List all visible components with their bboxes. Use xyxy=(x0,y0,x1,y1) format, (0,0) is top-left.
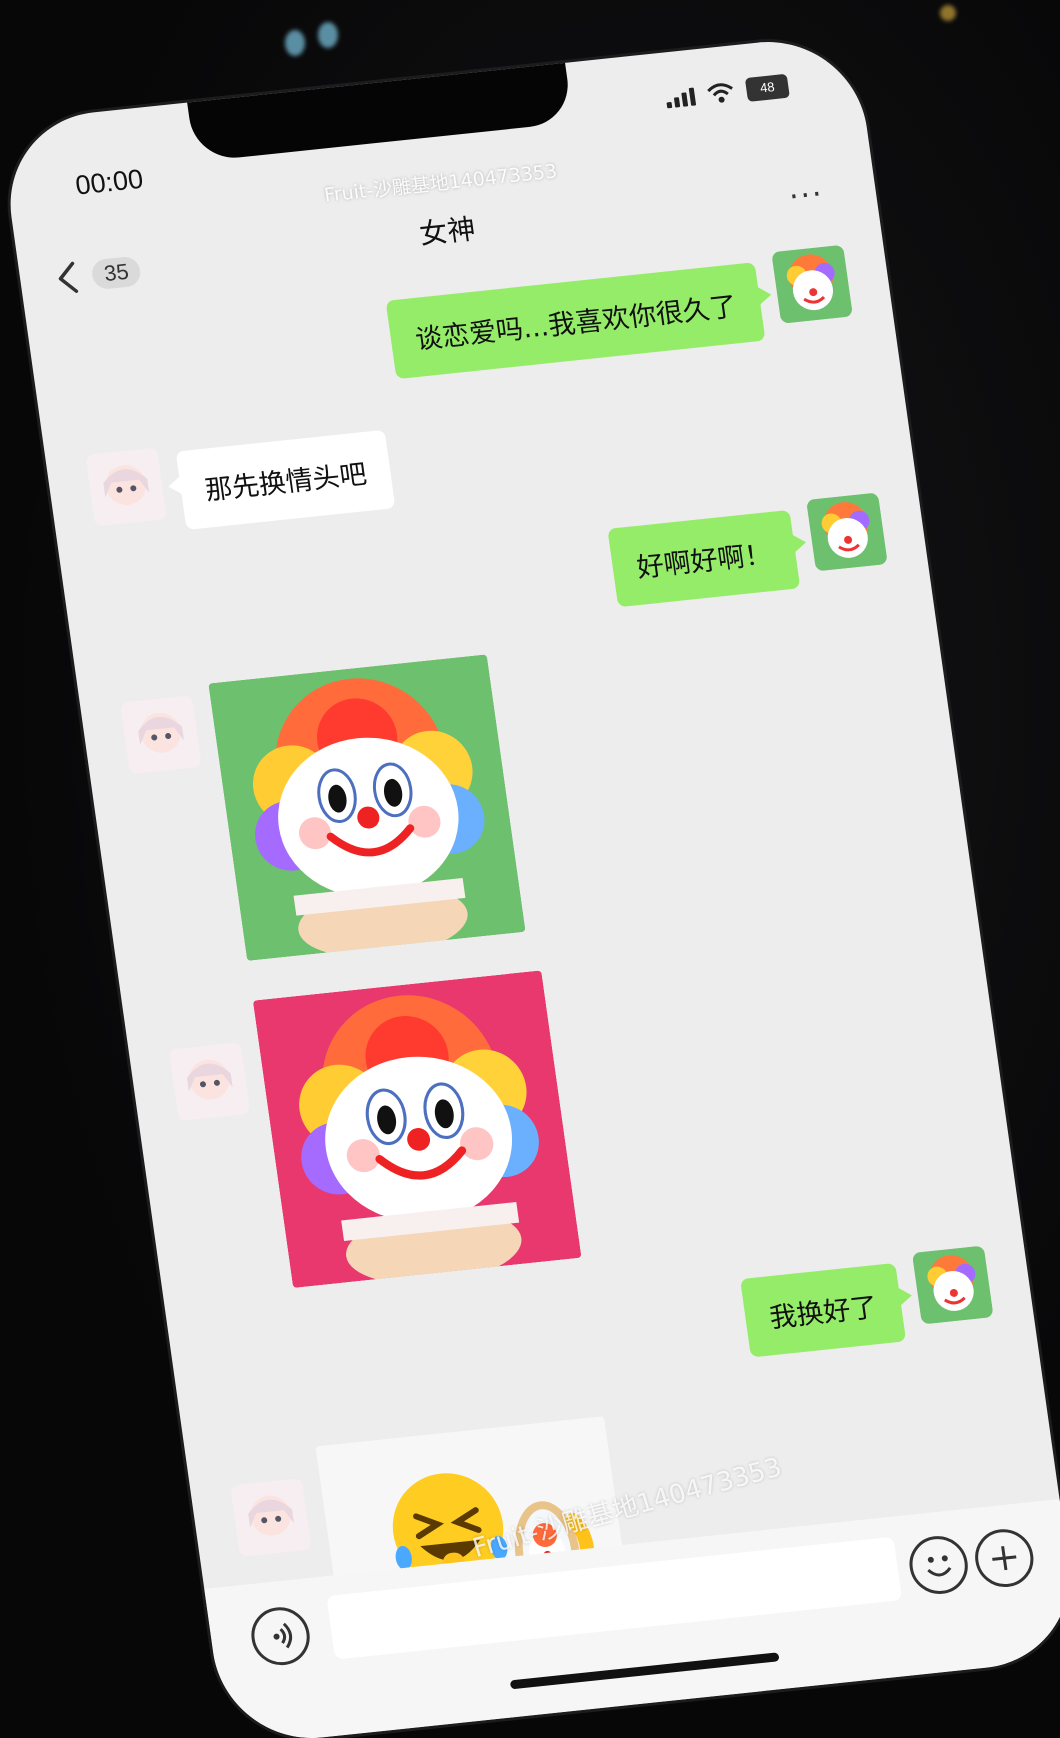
phone-screen: 00:00 48 Fruit-沙雕基地140473353 35 女神 ··· 谈… xyxy=(0,32,1060,1738)
clown-sticker-pink[interactable] xyxy=(252,970,582,1288)
wifi-icon xyxy=(707,83,733,103)
background-light xyxy=(285,30,305,56)
clown-avatar-icon xyxy=(771,244,853,324)
my-avatar[interactable] xyxy=(771,244,853,324)
emoji-icon xyxy=(927,1555,952,1577)
voice-icon xyxy=(273,1622,293,1649)
contact-avatar[interactable] xyxy=(120,695,202,775)
clown-avatar-green-background-icon xyxy=(208,654,526,961)
message-bubble[interactable]: 我换好了 xyxy=(740,1262,907,1358)
contact-avatar[interactable] xyxy=(230,1478,312,1557)
photo-scene: 00:00 48 Fruit-沙雕基地140473353 35 女神 ··· 谈… xyxy=(0,0,1060,1738)
clown-avatar-icon xyxy=(806,492,888,572)
anime-girl-avatar-icon xyxy=(168,1042,251,1122)
message-bubble[interactable]: 好啊好啊！ xyxy=(607,509,801,608)
phone-notch xyxy=(185,50,574,163)
voice-button[interactable] xyxy=(247,1604,314,1668)
message-bubble[interactable]: 那先换情头吧 xyxy=(175,429,396,530)
anime-girl-avatar-icon xyxy=(230,1478,312,1557)
battery-icon: 48 xyxy=(744,73,790,102)
signal-icon xyxy=(665,86,697,109)
home-indicator[interactable] xyxy=(509,1652,780,1690)
clown-avatar-pink-background-icon xyxy=(252,970,582,1288)
anime-girl-avatar-icon xyxy=(85,447,167,527)
my-avatar[interactable] xyxy=(911,1245,994,1325)
contact-avatar[interactable] xyxy=(168,1042,251,1122)
contact-avatar[interactable] xyxy=(85,447,167,527)
status-icons: 48 xyxy=(664,73,790,111)
background-light xyxy=(940,5,956,21)
plus-icon xyxy=(992,1546,1017,1571)
anime-girl-avatar-icon xyxy=(120,695,202,775)
more-functions-button[interactable] xyxy=(971,1526,1038,1590)
background-light xyxy=(318,22,338,48)
clown-sticker-green[interactable] xyxy=(208,654,526,961)
message-row xyxy=(79,607,976,994)
more-options-button[interactable]: ··· xyxy=(787,177,826,215)
emoji-button[interactable] xyxy=(905,1533,972,1597)
status-time: 00:00 xyxy=(73,163,145,201)
my-avatar[interactable] xyxy=(806,492,888,572)
clown-avatar-icon xyxy=(911,1245,994,1325)
message-bubble[interactable]: 谈恋爱吗...我喜欢你很久了 xyxy=(385,262,766,380)
